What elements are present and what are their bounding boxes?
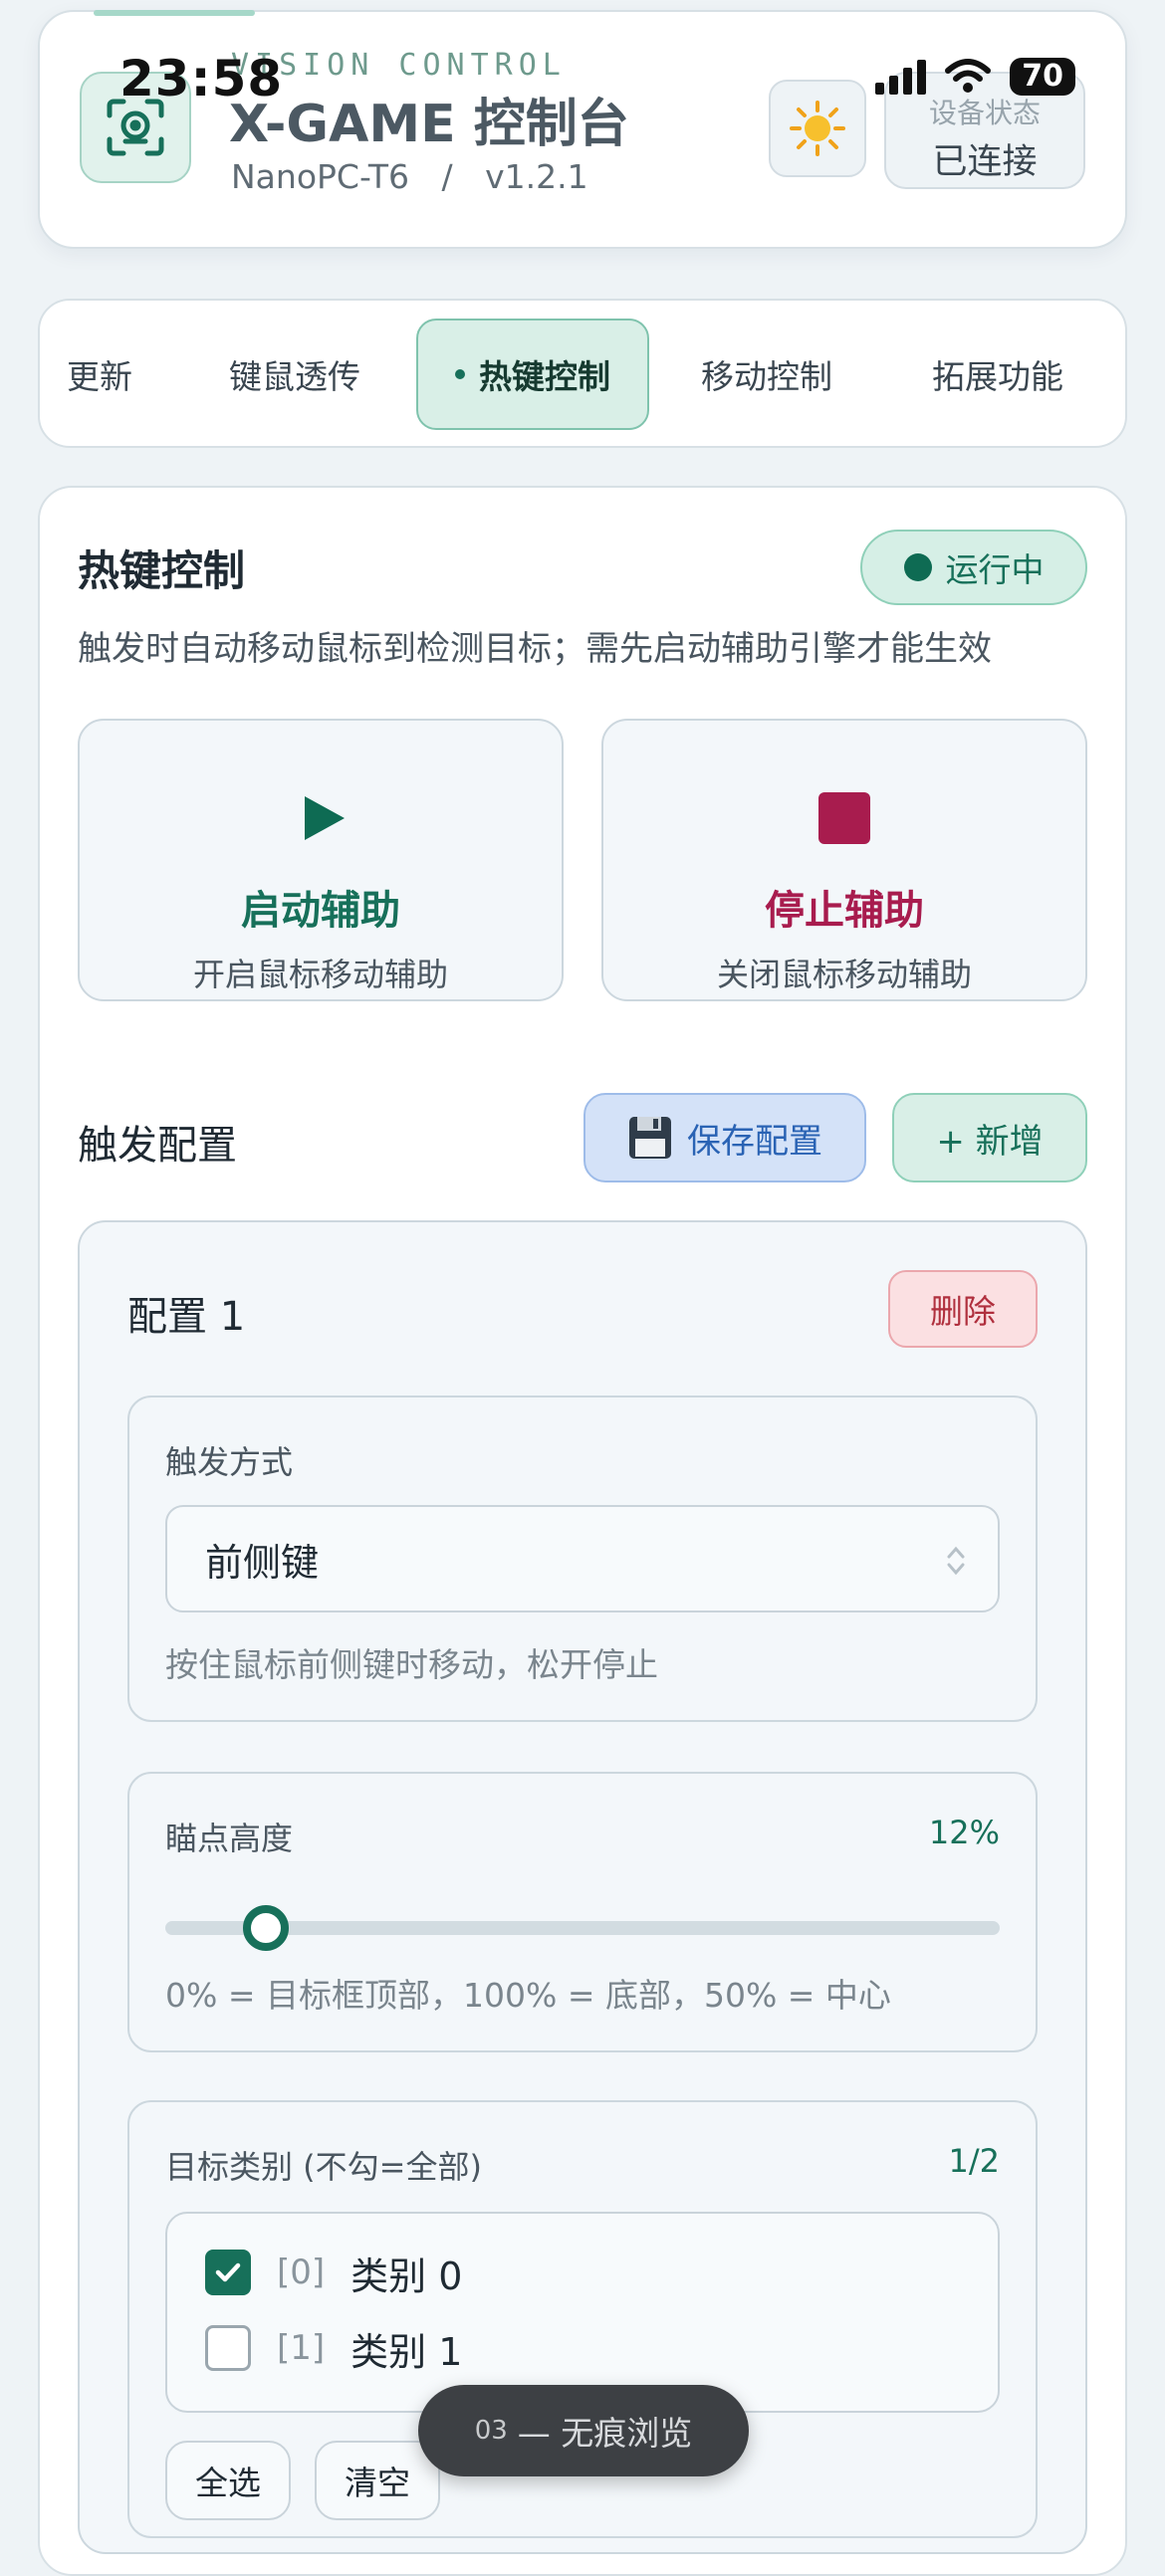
select-arrows-icon	[947, 1546, 965, 1576]
tab-keymouse-passthrough[interactable]: 键鼠透传	[205, 319, 384, 430]
save-config-label: 保存配置	[687, 1121, 822, 1162]
status-icons: 70	[875, 58, 1075, 96]
class-checkbox-row[interactable]: [0] 类别 0	[205, 2248, 463, 2298]
floppy-disk-icon	[629, 1117, 671, 1159]
target-class-label: 目标类别 (不勾=全部)	[165, 2148, 482, 2186]
tab-label: 键鼠透传	[229, 357, 360, 396]
tab-movement-control[interactable]: 移动控制	[677, 319, 856, 430]
target-class-list	[165, 2212, 1000, 2413]
cellular-signal-icon	[875, 59, 927, 95]
clear-button[interactable]: 清空	[315, 2441, 440, 2520]
class-index: [1]	[277, 2328, 326, 2368]
page-title: X-GAME 控制台	[229, 95, 629, 154]
battery-indicator: 70	[1010, 58, 1075, 96]
checkbox-checked[interactable]	[205, 2250, 251, 2295]
class-name: 类别 1	[350, 2329, 463, 2374]
device-status-label: 设备状态	[928, 97, 1041, 129]
aim-height-slider-track[interactable]	[165, 1921, 1000, 1935]
section-description: 触发时自动移动鼠标到检测目标；需先启动辅助引擎才能生效	[78, 629, 992, 669]
delete-config-button[interactable]: 删除	[888, 1270, 1038, 1348]
theme-toggle-button[interactable]	[769, 80, 866, 177]
stop-assist-subtitle: 关闭鼠标移动辅助	[716, 956, 972, 993]
select-all-label: 全选	[195, 2464, 261, 2502]
add-config-label: + 新增	[936, 1121, 1044, 1162]
trigger-mode-hint: 按住鼠标前侧键时移动，松开停止	[165, 1645, 658, 1684]
tab-label: 更新	[67, 357, 132, 396]
save-config-button[interactable]: 保存配置	[583, 1093, 866, 1182]
start-assist-title: 启动辅助	[241, 888, 400, 934]
tab-update[interactable]: 更新	[48, 319, 151, 430]
header-accent-bar	[94, 10, 255, 16]
select-all-button[interactable]: 全选	[165, 2441, 291, 2520]
wifi-icon	[945, 59, 992, 93]
toast-text: — 无痕浏览	[517, 2414, 693, 2453]
start-assist-button[interactable]: 启动辅助 开启鼠标移动辅助	[78, 719, 564, 1001]
add-config-button[interactable]: + 新增	[892, 1093, 1087, 1182]
trigger-mode-label: 触发方式	[165, 1443, 294, 1481]
aim-height-hint: 0% = 目标框顶部，100% = 底部，50% = 中心	[165, 1976, 891, 2015]
delete-config-label: 删除	[930, 1292, 996, 1331]
version-label: v1.2.1	[485, 157, 588, 196]
trigger-mode-select[interactable]: 前侧键	[165, 1505, 1000, 1612]
status-time: 23:58	[119, 50, 284, 107]
device-name: NanoPC-T6	[231, 157, 409, 196]
trigger-config-title: 触发配置	[78, 1123, 237, 1169]
class-name: 类别 0	[350, 2254, 463, 2298]
start-assist-subtitle: 开启鼠标移动辅助	[192, 956, 448, 993]
stop-assist-title: 停止辅助	[765, 888, 924, 934]
target-class-count: 1/2	[948, 2142, 1001, 2180]
stop-assist-button[interactable]: 停止辅助 关闭鼠标移动辅助	[601, 719, 1087, 1001]
checkbox-unchecked[interactable]	[205, 2325, 251, 2371]
running-dot-icon	[903, 553, 932, 581]
section-title: 热键控制	[78, 546, 246, 595]
checkmark-icon	[215, 2262, 241, 2282]
device-status-value: 已连接	[932, 142, 1038, 182]
config-name: 配置 1	[127, 1294, 246, 1340]
trigger-mode-value: 前侧键	[205, 1540, 320, 1585]
play-icon	[291, 788, 350, 848]
sun-icon	[790, 101, 845, 156]
class-checkbox-row[interactable]: [1] 类别 1	[205, 2323, 463, 2374]
active-dot-icon	[455, 369, 465, 379]
clear-label: 清空	[345, 2464, 410, 2502]
aim-height-slider-thumb[interactable]	[242, 1905, 289, 1951]
private-browsing-toast[interactable]: 03 — 无痕浏览	[418, 2385, 749, 2476]
device-separator: /	[441, 157, 453, 196]
tab-label: 热键控制	[479, 357, 610, 396]
stop-icon	[815, 788, 874, 848]
tab-extensions[interactable]: 拓展功能	[908, 319, 1087, 430]
class-index: [0]	[277, 2253, 326, 2292]
status-badge-label: 运行中	[945, 550, 1045, 589]
tab-hotkey-control[interactable]: 热键控制	[416, 319, 649, 430]
aim-height-value: 12%	[928, 1814, 1000, 1851]
status-badge: 运行中	[860, 530, 1087, 605]
aim-height-label: 瞄点高度	[165, 1820, 294, 1857]
tab-label: 拓展功能	[932, 357, 1063, 396]
device-info: NanoPC-T6 / v1.2.1	[231, 157, 588, 196]
toast-prefix: 03	[474, 2416, 508, 2446]
tab-label: 移动控制	[701, 357, 832, 396]
